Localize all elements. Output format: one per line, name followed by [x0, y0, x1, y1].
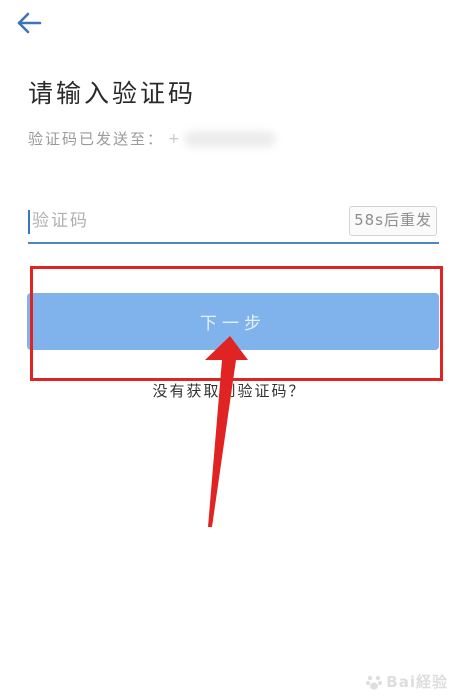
paw-icon [366, 675, 383, 689]
watermark-text: Bai経验 [386, 673, 448, 691]
arrow-left-icon [17, 12, 42, 34]
masked-phone-number [183, 130, 276, 147]
phone-prefix: + [168, 130, 182, 147]
verification-code-input[interactable] [32, 206, 332, 236]
code-sent-label: 验证码已发送至： [28, 130, 165, 148]
page-title: 请输入验证码 [28, 79, 197, 108]
no-code-received-link[interactable]: 没有获取到验证码？ [0, 380, 458, 401]
next-step-button[interactable]: 下一步 [27, 293, 439, 350]
code-sent-notice: 验证码已发送至： + [28, 128, 276, 149]
verification-code-row: 58s后重发 [28, 200, 439, 244]
watermark: Bai経验 [365, 671, 448, 692]
text-caret [28, 210, 30, 234]
resend-countdown-button[interactable]: 58s后重发 [349, 206, 437, 236]
back-button[interactable] [14, 8, 44, 38]
